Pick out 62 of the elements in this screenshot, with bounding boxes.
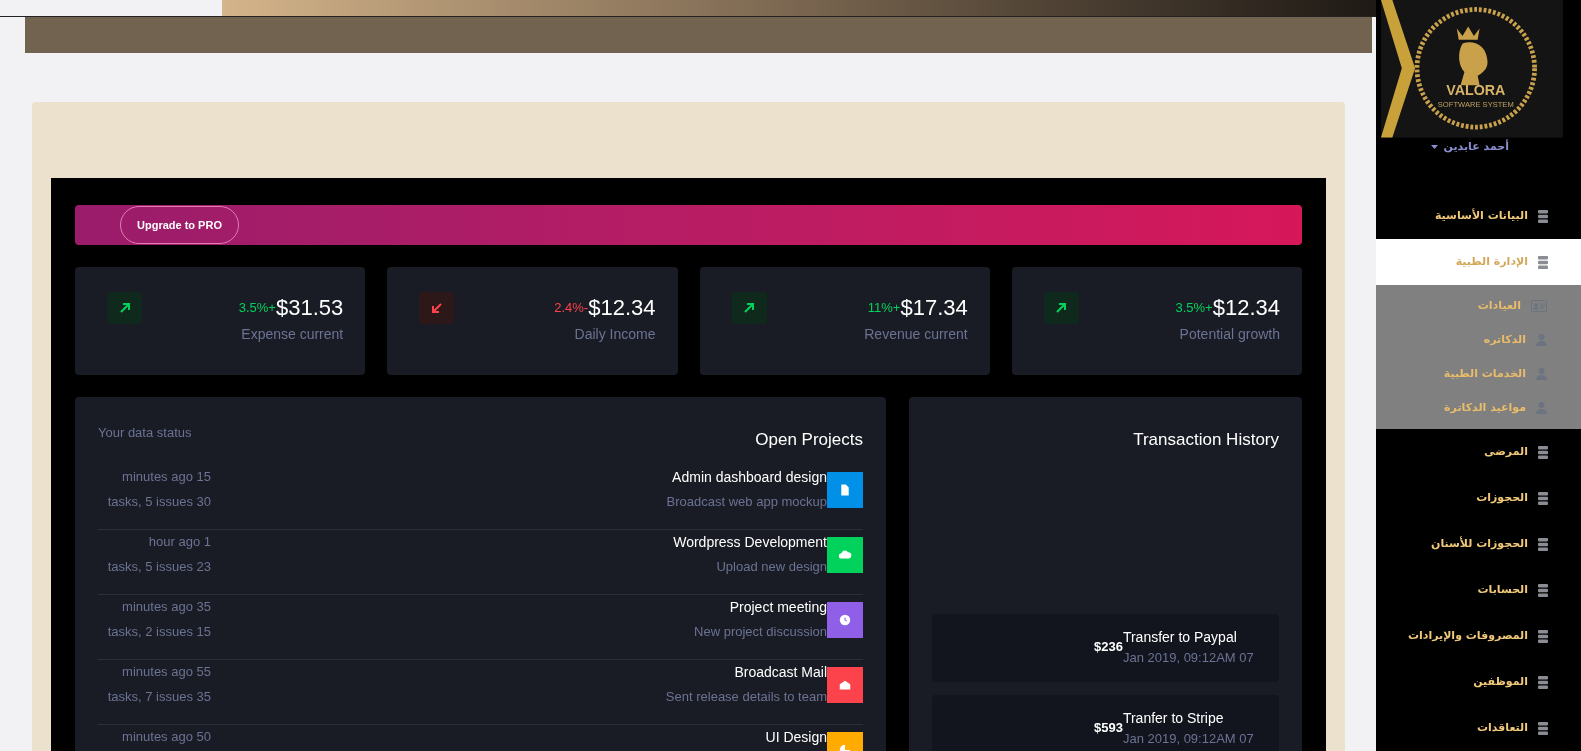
change-percent: 11%+ (867, 300, 901, 315)
database-icon (1538, 491, 1548, 505)
section-title: Open Projects (755, 429, 863, 451)
transaction-date: Jan 2019, 09:12AM 07 (1122, 730, 1254, 748)
project-title: Wordpress Development (673, 532, 827, 552)
project-description: New project discussion (694, 622, 827, 641)
project-description: Broadcast web app mockup (666, 492, 827, 511)
project-time: minutes ago 55 (122, 662, 211, 681)
user-menu[interactable]: أحمد عابدين (1376, 138, 1581, 155)
change-percent: 3.5%+ (1175, 300, 1213, 315)
stat-value: $12.34 (1212, 294, 1280, 322)
change-percent: 2.4%- (554, 300, 589, 315)
menu-item[interactable]: الحجوزات (1376, 475, 1581, 521)
transaction-title: Tranfer to Stripe (1122, 708, 1225, 726)
section-title: Transaction History (1133, 429, 1279, 451)
project-time: minutes ago 50 (122, 727, 211, 746)
menu-item[interactable]: الحجوزات للأسنان (1376, 521, 1581, 567)
menu-item[interactable]: المصروفات والإيرادات (1376, 613, 1581, 659)
arrow-up-right-icon (731, 292, 767, 324)
database-icon (1538, 629, 1548, 643)
transaction-title: Transfer to Paypal (1122, 627, 1238, 645)
project-time: hour ago 1 (148, 532, 211, 551)
arrow-up-right-icon (107, 292, 142, 324)
transaction-date: Jan 2019, 09:12AM 07 (1122, 649, 1254, 667)
database-icon (1538, 675, 1548, 689)
transaction-amount: $236 (1094, 637, 1123, 656)
project-title: UI Design (765, 727, 827, 747)
stat-value: $31.53 (275, 294, 344, 322)
menu-item[interactable]: الحسابات (1376, 567, 1581, 613)
database-icon (1538, 537, 1548, 551)
project-description: Sent release details to team (665, 687, 827, 706)
database-icon (1538, 445, 1548, 459)
project-title: Project meeting (729, 597, 827, 617)
stat-label: Revenue current (864, 325, 968, 344)
arrow-down-left-icon (419, 292, 455, 324)
stat-label: Daily Income (574, 325, 656, 344)
database-icon (1538, 255, 1548, 269)
arrow-up-right-icon (1043, 292, 1079, 324)
project-tasks: tasks, 7 issues 35 (107, 688, 211, 706)
project-tasks: tasks, 5 issues 30 (107, 493, 211, 511)
project-tasks: tasks, 2 issues 15 (107, 623, 211, 641)
project-title: Admin dashboard design (672, 467, 827, 487)
project-time: minutes ago 35 (122, 597, 211, 616)
stat-label: Potential growth (1179, 325, 1280, 344)
data-status-label: Your data status (98, 424, 192, 442)
database-icon (1538, 583, 1548, 597)
project-description: Upload new design (716, 557, 827, 576)
menu-item[interactable]: الموظفين (1376, 659, 1581, 705)
stat-label: Expense current (241, 325, 344, 344)
menu-item[interactable]: البيانات الأساسية (1376, 193, 1581, 239)
project-time: minutes ago 15 (122, 467, 211, 486)
database-icon (1538, 721, 1548, 735)
menu-item[interactable]: التعاقدات (1376, 705, 1581, 751)
change-percent: 3.5%+ (238, 300, 276, 315)
transaction-amount: $593 (1094, 718, 1123, 737)
project-title: Broadcast Mail (734, 662, 827, 682)
stat-value: $17.34 (900, 294, 968, 322)
project-tasks: tasks, 5 issues 23 (107, 558, 211, 576)
stat-value: $12.34 (588, 294, 656, 322)
database-icon (1538, 209, 1548, 223)
caret-down-icon (1430, 144, 1438, 149)
menu-item[interactable]: المرضى (1376, 429, 1581, 475)
